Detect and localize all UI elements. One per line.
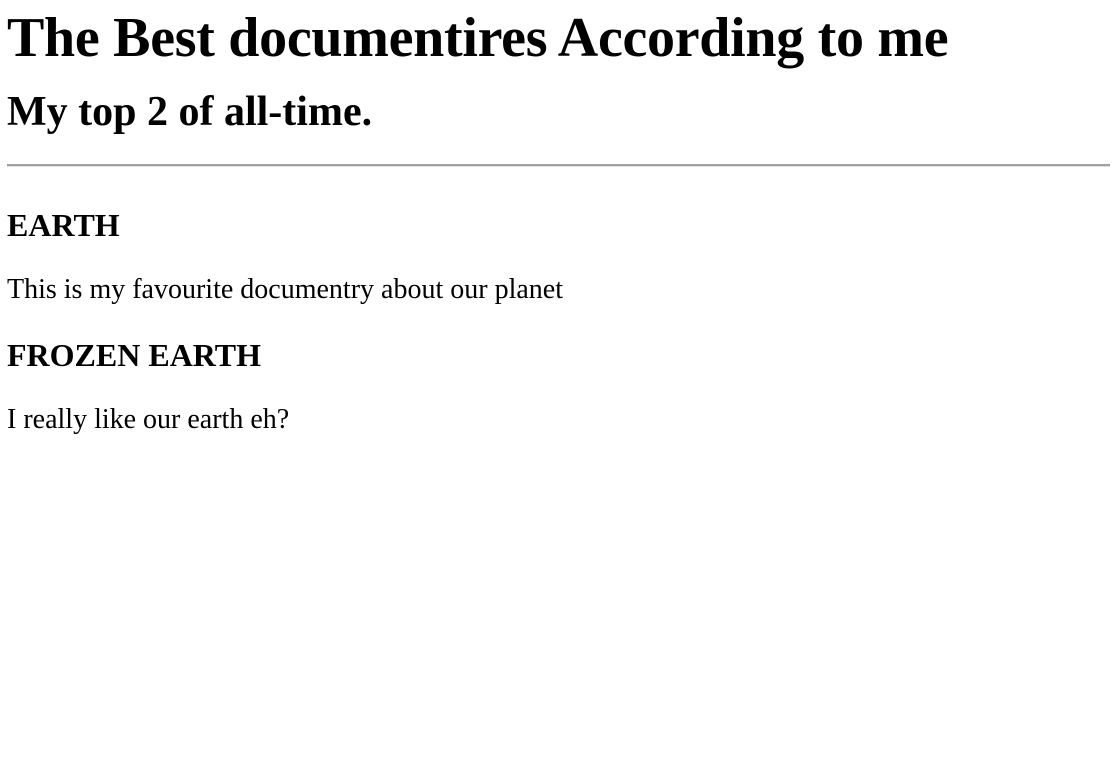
horizontal-divider [7,164,1110,167]
page-subtitle: My top 2 of all-time. [7,89,373,135]
documentary-title: FROZEN EARTH [7,337,262,373]
documentary-entry: EARTH This is my favourite documentry ab… [7,205,1105,308]
documentary-title: EARTH [7,207,120,243]
documentary-entry: FROZEN EARTH I really like our earth eh? [7,335,1105,438]
documentary-description: I really like our earth eh? [7,404,290,435]
documentary-description: This is my favourite documentry about ou… [7,274,563,305]
page-content: The Best documentires According to me My… [0,0,1110,438]
page-title: The Best documentires According to me [7,7,949,69]
